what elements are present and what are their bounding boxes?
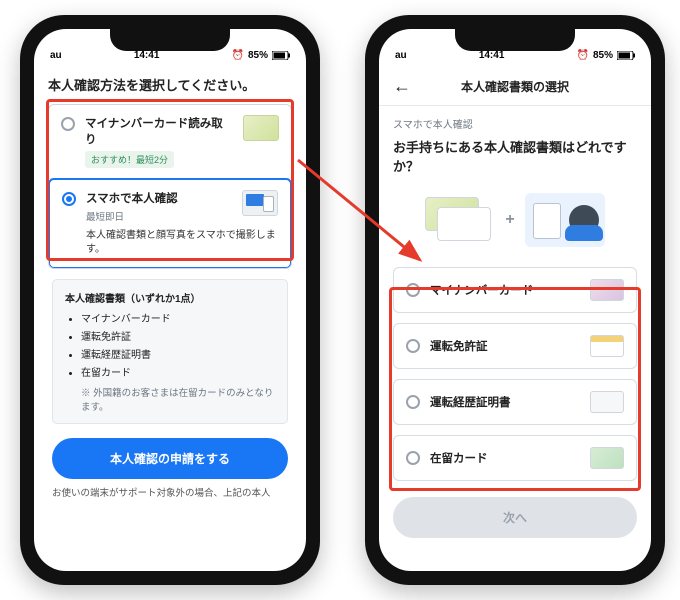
- required-docs: 本人確認書類（いずれか1点） マイナンバーカード 運転免許証 運転経歴証明書 在…: [52, 279, 288, 424]
- divider: [379, 105, 651, 106]
- battery-label: 85%: [248, 50, 268, 61]
- docs-title: 本人確認書類（いずれか1点）: [65, 290, 275, 305]
- plus-icon: +: [505, 211, 514, 229]
- content-right: ← 本人確認書類の選択 スマホで本人確認 お手持ちにある本人確認書類はどれですか…: [379, 63, 651, 571]
- option-desc: 本人確認書類と顔写真をスマホで撮影します。: [86, 229, 278, 257]
- option-subtext: 最短即日: [86, 209, 234, 223]
- footnote: お使いの端末がサポート対象外の場合、上記の本人: [48, 487, 292, 500]
- card-icon: [590, 391, 624, 413]
- alarm-icon: ⏰: [577, 50, 589, 61]
- docs-item: 在留カード: [81, 364, 275, 379]
- clock-label: 14:41: [479, 50, 505, 61]
- battery-label: 85%: [593, 50, 613, 61]
- radio-icon: [406, 451, 420, 465]
- phone-left: au 14:41 ⏰ 85% 本人確認方法を選択してください。 マイナンバーカー…: [20, 15, 320, 585]
- screen-right: au 14:41 ⏰ 85% ← 本人確認書類の選択 スマホで本人確認 お手持ち…: [379, 29, 651, 571]
- stage: au 14:41 ⏰ 85% 本人確認方法を選択してください。 マイナンバーカー…: [0, 0, 680, 600]
- carrier-label: au: [50, 50, 62, 61]
- docs-item: 運転経歴証明書: [81, 346, 275, 361]
- status-right: ⏰ 85%: [577, 50, 635, 61]
- radio-icon: [62, 192, 76, 206]
- device-thumb-icon: [242, 190, 278, 216]
- docs-note: ※ 外国籍のお客さまは在留カードのみとなります。: [65, 385, 275, 413]
- radio-icon: [406, 395, 420, 409]
- radio-icon: [406, 283, 420, 297]
- doc-option-residence[interactable]: 在留カード: [393, 435, 637, 481]
- option-title: スマホで本人確認: [86, 190, 234, 206]
- document-list: マイナンバーカード 運転免許証 運転経歴証明書: [393, 267, 637, 481]
- clock-label: 14:41: [134, 50, 160, 61]
- nav-title: 本人確認書類の選択: [461, 78, 569, 95]
- radio-icon: [406, 339, 420, 353]
- doc-label: 在留カード: [430, 450, 580, 466]
- verification-options: マイナンバーカード読み取り おすすめ！最短2分 スマホで本人確認 最短即日: [48, 104, 292, 269]
- battery-icon: [272, 51, 290, 60]
- battery-icon: [617, 51, 635, 60]
- card-icon: [590, 447, 624, 469]
- status-right: ⏰ 85%: [232, 50, 290, 61]
- carrier-label: au: [395, 50, 407, 61]
- breadcrumb: スマホで本人確認: [393, 116, 637, 131]
- nav-bar: ← 本人確認書類の選択: [393, 71, 637, 101]
- radio-icon: [61, 117, 75, 131]
- next-button[interactable]: 次へ: [393, 497, 637, 538]
- option-body: マイナンバーカード読み取り おすすめ！最短2分: [85, 115, 233, 168]
- doc-label: 運転免許証: [430, 338, 580, 354]
- notch: [110, 29, 230, 51]
- option-body: スマホで本人確認 最短即日 本人確認書類と顔写真をスマホで撮影します。: [86, 190, 278, 257]
- screen-left: au 14:41 ⏰ 85% 本人確認方法を選択してください。 マイナンバーカー…: [34, 29, 306, 571]
- recommend-badge: おすすめ！最短2分: [85, 151, 174, 168]
- content-left: 本人確認方法を選択してください。 マイナンバーカード読み取り おすすめ！最短2分: [34, 63, 306, 571]
- notch: [455, 29, 575, 51]
- docs-item: マイナンバーカード: [81, 310, 275, 325]
- card-thumb-icon: [243, 115, 279, 141]
- card-icon: [590, 335, 624, 357]
- cards-icon: [425, 197, 495, 243]
- selfie-icon: [525, 193, 605, 247]
- back-button[interactable]: ←: [393, 77, 411, 95]
- docs-item: 運転免許証: [81, 328, 275, 343]
- apply-button[interactable]: 本人確認の申請をする: [52, 438, 288, 479]
- doc-label: マイナンバーカード: [430, 282, 580, 298]
- option-mynumber[interactable]: マイナンバーカード読み取り おすすめ！最短2分: [49, 105, 291, 179]
- phone-right: au 14:41 ⏰ 85% ← 本人確認書類の選択 スマホで本人確認 お手持ち…: [365, 15, 665, 585]
- doc-option-history[interactable]: 運転経歴証明書: [393, 379, 637, 425]
- docs-list: マイナンバーカード 運転免許証 運転経歴証明書 在留カード: [65, 310, 275, 379]
- option-title: マイナンバーカード読み取り: [85, 115, 233, 147]
- page-title: お手持ちにある本人確認書類はどれですか？: [393, 137, 637, 175]
- option-smartphone[interactable]: スマホで本人確認 最短即日 本人確認書類と顔写真をスマホで撮影します。: [48, 178, 292, 269]
- doc-option-mynumber[interactable]: マイナンバーカード: [393, 267, 637, 313]
- card-icon: [590, 279, 624, 301]
- illustration: +: [393, 185, 637, 255]
- page-title: 本人確認方法を選択してください。: [48, 75, 292, 94]
- doc-label: 運転経歴証明書: [430, 394, 580, 410]
- alarm-icon: ⏰: [232, 50, 244, 61]
- doc-option-license[interactable]: 運転免許証: [393, 323, 637, 369]
